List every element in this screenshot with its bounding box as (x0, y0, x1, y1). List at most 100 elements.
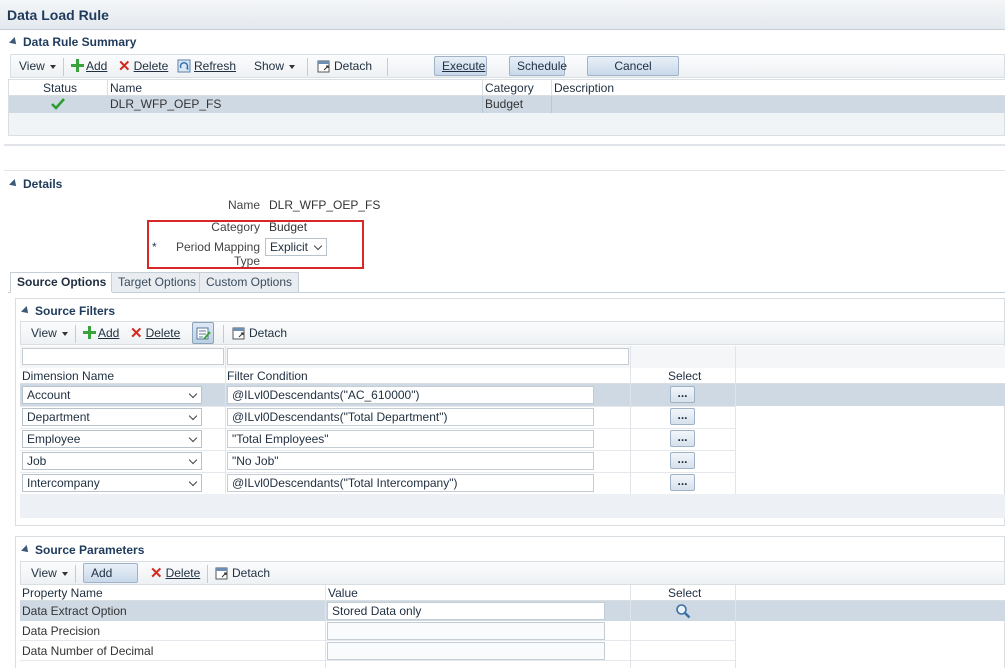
dimension-select[interactable]: Account (22, 386, 202, 404)
select-member-button[interactable]: ... (670, 474, 695, 491)
tab-custom-options[interactable]: Custom Options (199, 272, 300, 292)
source-filters-section-header[interactable]: Source Filters (21, 304, 116, 318)
property-value-input[interactable] (327, 642, 605, 660)
caret-down-icon (61, 331, 68, 336)
rule-name-cell: DLR_WFP_OEP_FS (110, 97, 222, 111)
details-section-header[interactable]: Details (9, 177, 62, 191)
tab-baseline (8, 292, 1005, 293)
delete-label: Delete (133, 59, 169, 73)
property-name-cell: Data Extract Option (22, 604, 127, 618)
detach-icon (317, 60, 330, 73)
select-member-button[interactable]: ... (670, 408, 695, 425)
name-value: DLR_WFP_OEP_FS (269, 198, 381, 212)
summary-show-menu[interactable]: Show (254, 55, 296, 77)
status-success-check-icon (51, 98, 65, 110)
property-value-input[interactable] (327, 622, 605, 640)
filter-condition-input[interactable]: @ILvl0Descendants("Total Department") (227, 408, 594, 426)
summary-table-header: Status Name Category Description (9, 80, 1005, 96)
tab-target-options[interactable]: Target Options (111, 272, 204, 292)
condition-qbe-input[interactable] (227, 348, 629, 365)
filter-condition-input[interactable]: "Total Employees" (227, 430, 594, 448)
column-name[interactable]: Name (110, 81, 142, 95)
summary-detach-button[interactable]: Detach (317, 55, 372, 77)
chevron-down-icon (188, 433, 198, 443)
search-icon[interactable] (675, 603, 691, 619)
schedule-button[interactable]: Schedule (509, 56, 568, 76)
column-property-name[interactable]: Property Name (22, 586, 103, 600)
column-status[interactable]: Status (43, 81, 77, 95)
source-filters-title: Source Filters (35, 304, 116, 318)
dimension-select[interactable]: Employee (22, 430, 202, 448)
dimension-value: Account (27, 388, 71, 402)
select-member-button[interactable]: ... (670, 430, 695, 447)
toolbar-separator (387, 58, 388, 76)
column-value[interactable]: Value (328, 586, 358, 600)
parameters-add-menu-button[interactable]: Add (83, 563, 138, 594)
detach-icon (232, 327, 245, 340)
source-parameters-title: Source Parameters (35, 543, 145, 557)
filters-table-footer (20, 494, 1005, 518)
filter-edit-icon (196, 327, 211, 340)
filters-add-button[interactable]: Add (83, 322, 119, 344)
table-row[interactable]: Data Number of Decimal (20, 641, 735, 661)
period-mapping-select[interactable]: Explicit (265, 238, 327, 256)
toolbar-separator (75, 565, 76, 583)
cancel-schedule-button[interactable]: Cancel Schedule (587, 56, 679, 91)
column-dimension-name[interactable]: Dimension Name (22, 369, 114, 383)
filter-condition-input[interactable]: @ILvl0Descendants("AC_610000") (227, 386, 594, 404)
dimension-select[interactable]: Intercompany (22, 474, 202, 492)
column-description[interactable]: Description (554, 81, 614, 95)
dimension-select[interactable]: Job (22, 452, 202, 470)
table-row[interactable]: Data Precision (20, 621, 735, 641)
parameters-detach-button[interactable]: Detach (215, 562, 270, 584)
dimension-value: Employee (27, 432, 81, 446)
column-divider (735, 585, 736, 668)
table-row[interactable]: Data Extract Option Stored Data only (20, 601, 1005, 621)
page-title: Data Load Rule (7, 7, 109, 23)
chevron-down-icon (188, 455, 198, 465)
tab-source-options[interactable]: Source Options (10, 272, 114, 293)
view-label: View (31, 326, 57, 340)
add-icon (71, 59, 84, 72)
row-divider (20, 406, 735, 407)
column-filter-condition[interactable]: Filter Condition (227, 369, 308, 383)
select-member-button[interactable]: ... (670, 386, 695, 403)
row-divider (20, 450, 735, 451)
source-parameters-section-header[interactable]: Source Parameters (21, 543, 145, 557)
summary-toolbar: View Add ✕ Delete Refresh Show Detach Exe… (10, 54, 1005, 91)
delete-icon: ✕ (130, 325, 143, 342)
schedule-label: Schedule (517, 59, 568, 73)
filter-condition-input[interactable]: @ILvl0Descendants("Total Intercompany") (227, 474, 594, 492)
filters-delete-button[interactable]: ✕ Delete (130, 322, 180, 344)
table-row[interactable]: DLR_WFP_OEP_FS Budget (9, 96, 1005, 113)
summary-view-menu[interactable]: View (19, 55, 56, 77)
detach-icon (215, 567, 228, 580)
column-divider (630, 585, 631, 668)
parameters-delete-button[interactable]: ✕ Delete (150, 562, 200, 584)
summary-refresh-button[interactable]: Refresh (177, 55, 236, 77)
title-bar: Data Load Rule (0, 0, 1005, 30)
column-select[interactable]: Select (668, 586, 701, 600)
filter-condition-input[interactable]: "No Job" (227, 452, 594, 470)
period-mapping-label: Period Mapping Type (175, 240, 260, 268)
filters-detach-button[interactable]: Detach (232, 322, 287, 344)
summary-delete-button[interactable]: ✕ Delete (118, 55, 168, 77)
property-value-input[interactable]: Stored Data only (327, 602, 605, 620)
column-category[interactable]: Category (485, 81, 534, 95)
filter-toggle-button[interactable] (192, 322, 214, 344)
column-divider (735, 346, 736, 494)
summary-add-button[interactable]: Add (71, 55, 107, 77)
collapse-triangle-icon (9, 37, 19, 47)
filters-view-menu[interactable]: View (31, 322, 68, 344)
execute-button[interactable]: Execute (434, 56, 487, 76)
dimension-select[interactable]: Department (22, 408, 202, 426)
select-member-button[interactable]: ... (670, 452, 695, 469)
parameters-view-menu[interactable]: View (31, 562, 68, 584)
collapse-triangle-icon (21, 545, 31, 555)
dimension-qbe-input[interactable] (22, 348, 224, 365)
summary-section-header[interactable]: Data Rule Summary (9, 35, 136, 49)
column-select[interactable]: Select (668, 369, 701, 383)
detach-label: Detach (334, 59, 373, 73)
collapse-triangle-icon (9, 179, 19, 189)
filters-qbe-row (20, 346, 1005, 368)
